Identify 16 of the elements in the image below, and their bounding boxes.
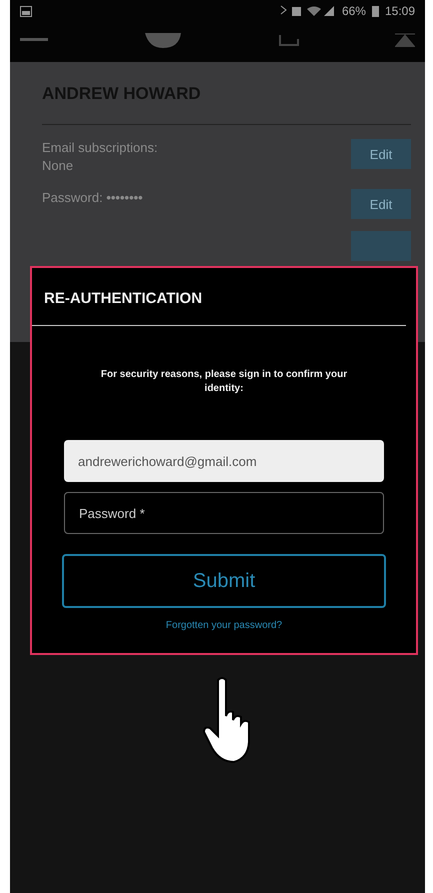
scroll-up-icon[interactable] [395, 33, 415, 47]
email-field[interactable]: andrewerichoward@gmail.com [64, 440, 384, 482]
forgot-password-link[interactable]: Forgotten your password? [166, 620, 282, 631]
profile-field: Password: •••••••• [42, 189, 143, 207]
profile-field: Email subscriptions: None [42, 139, 158, 175]
submit-button[interactable]: Submit [62, 554, 386, 608]
image-icon [20, 6, 32, 16]
dialog-title: RE-AUTHENTICATION [32, 268, 406, 326]
password-field[interactable]: Password * [64, 492, 384, 534]
edit-button[interactable]: Edit [351, 139, 411, 169]
status-time: 15:09 [384, 4, 415, 18]
dialog-message: For security reasons, please sign in to confirm your identity: [100, 368, 348, 396]
battery-icon [372, 5, 379, 17]
edit-button[interactable]: Edit [351, 189, 411, 219]
menu-icon[interactable] [20, 38, 48, 42]
battery-percentage: 66% [342, 4, 366, 18]
